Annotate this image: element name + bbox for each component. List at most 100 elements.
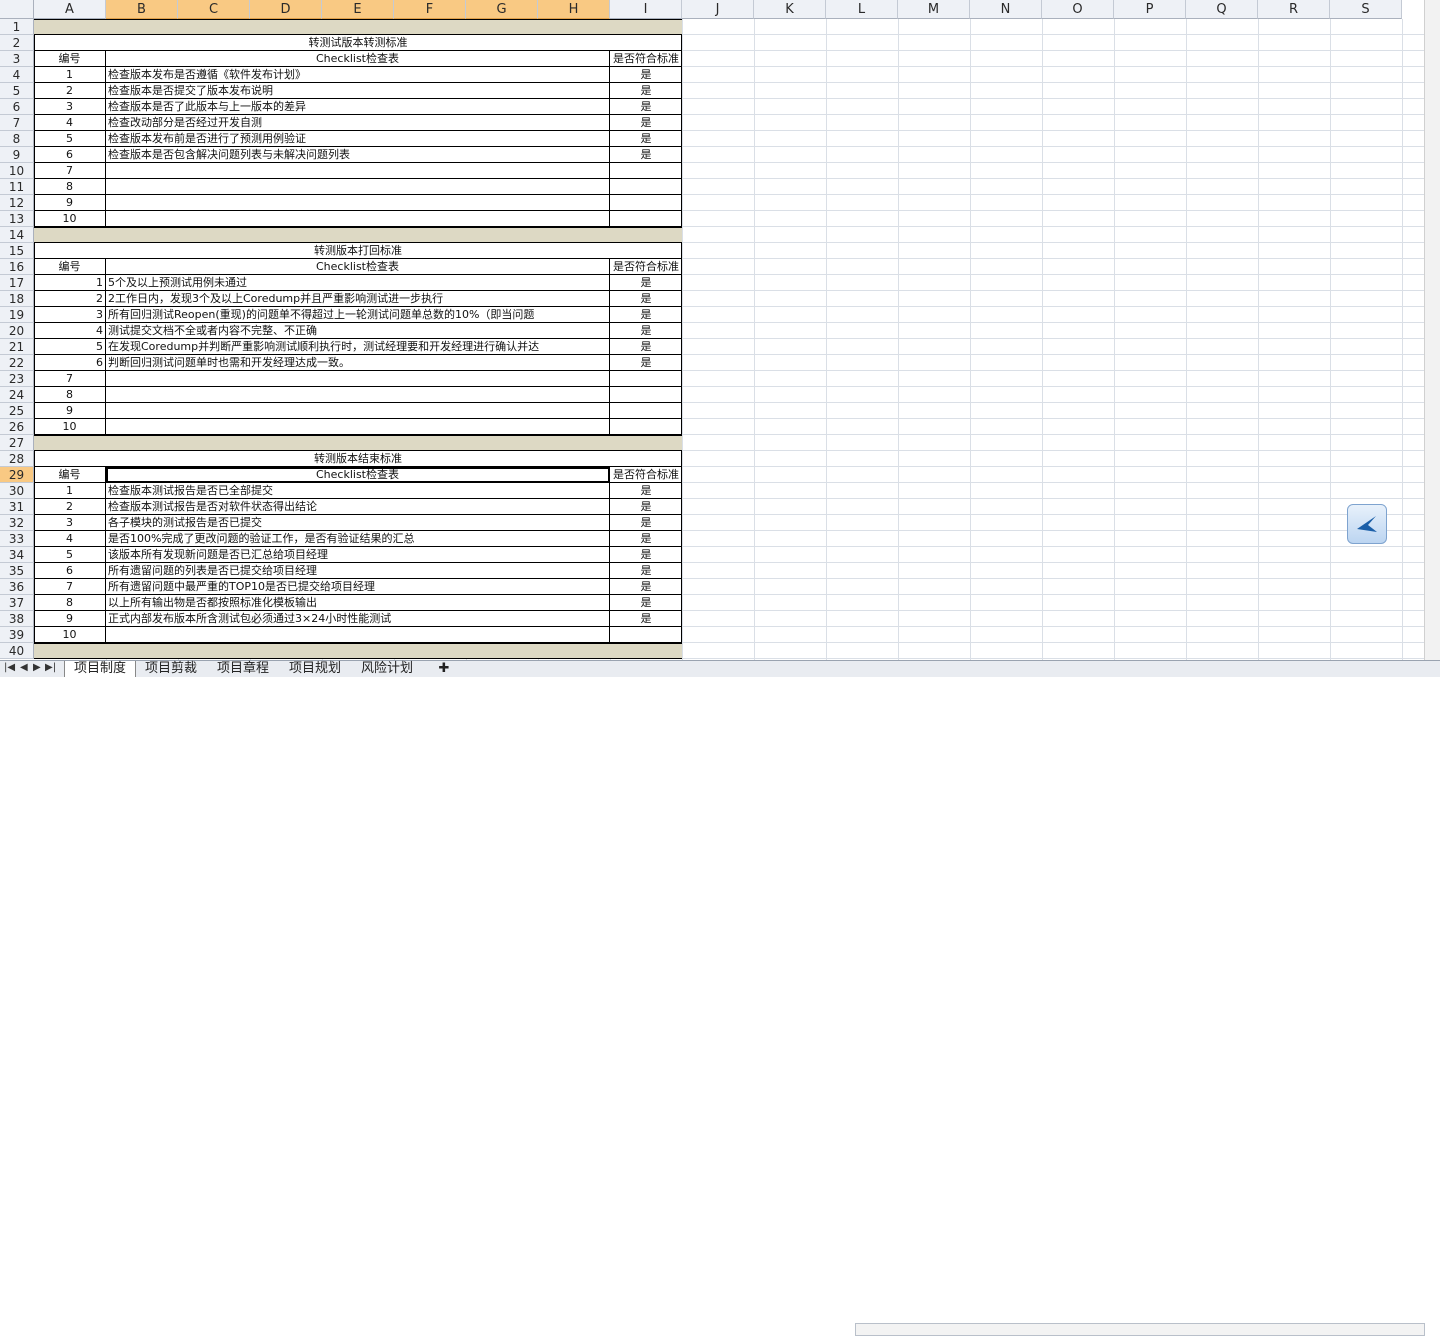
row-header-4[interactable]: 4	[0, 67, 34, 83]
checklist-item[interactable]	[106, 195, 610, 211]
sheet-tab[interactable]: 项目章程	[208, 661, 278, 677]
column-header-e[interactable]: E	[322, 0, 394, 19]
item-number[interactable]: 6	[34, 147, 106, 163]
item-number[interactable]: 4	[34, 323, 106, 339]
column-header-r[interactable]: R	[1258, 0, 1330, 19]
meets-standard-value[interactable]	[610, 419, 682, 435]
row-header-35[interactable]: 35	[0, 563, 34, 579]
column-header-q[interactable]: Q	[1186, 0, 1258, 19]
column-header-p[interactable]: P	[1114, 0, 1186, 19]
meets-standard-value[interactable]: 是	[610, 275, 682, 291]
item-number[interactable]: 7	[34, 163, 106, 179]
row-header-11[interactable]: 11	[0, 179, 34, 195]
row-header-36[interactable]: 36	[0, 579, 34, 595]
checklist-item[interactable]	[106, 419, 610, 435]
row-header-38[interactable]: 38	[0, 611, 34, 627]
meets-standard-value[interactable]: 是	[610, 67, 682, 83]
column-header-o[interactable]: O	[1042, 0, 1114, 19]
row-header-3[interactable]: 3	[0, 51, 34, 67]
checklist-item[interactable]: 测试提交文档不全或者内容不完整、不正确	[106, 323, 610, 339]
select-all-corner[interactable]	[0, 0, 34, 19]
checklist-item[interactable]: 正式内部发布版本所含测试包必须通过3×24小时性能测试	[106, 611, 610, 627]
row-header-9[interactable]: 9	[0, 147, 34, 163]
vertical-scrollbar[interactable]	[1424, 0, 1440, 660]
column-header-b[interactable]: B	[106, 0, 178, 19]
meets-standard-value[interactable]: 是	[610, 515, 682, 531]
meets-standard-value[interactable]: 是	[610, 563, 682, 579]
sheet-tab[interactable]: 项目制度	[64, 661, 136, 677]
new-sheet-icon[interactable]: ✚	[432, 661, 456, 677]
item-number[interactable]: 1	[34, 483, 106, 499]
meets-standard-value[interactable]: 是	[610, 547, 682, 563]
row-header-20[interactable]: 20	[0, 323, 34, 339]
column-header-k[interactable]: K	[754, 0, 826, 19]
column-header-l[interactable]: L	[826, 0, 898, 19]
item-number[interactable]: 10	[34, 419, 106, 435]
row-header-7[interactable]: 7	[0, 115, 34, 131]
row-header-5[interactable]: 5	[0, 83, 34, 99]
checklist-item[interactable]	[106, 179, 610, 195]
horizontal-scrollbar[interactable]	[855, 1323, 1425, 1336]
floating-assistant-icon[interactable]	[1347, 504, 1387, 544]
row-header-28[interactable]: 28	[0, 451, 34, 467]
prev-sheet-icon[interactable]: ◀	[20, 662, 28, 673]
row-header-22[interactable]: 22	[0, 355, 34, 371]
row-header-13[interactable]: 13	[0, 211, 34, 227]
checklist-item[interactable]: 是否100%完成了更改问题的验证工作，是否有验证结果的汇总	[106, 531, 610, 547]
checklist-item[interactable]	[106, 211, 610, 227]
checklist-item[interactable]: 检查版本发布前是否进行了预测用例验证	[106, 131, 610, 147]
item-number[interactable]: 1	[34, 275, 106, 291]
checklist-item[interactable]: 所有遗留问题中最严重的TOP10是否已提交给项目经理	[106, 579, 610, 595]
item-number[interactable]: 2	[34, 83, 106, 99]
item-number[interactable]: 2	[34, 499, 106, 515]
row-header-18[interactable]: 18	[0, 291, 34, 307]
checklist-item[interactable]	[106, 387, 610, 403]
row-header-29[interactable]: 29	[0, 467, 34, 483]
row-header-37[interactable]: 37	[0, 595, 34, 611]
meets-standard-value[interactable]: 是	[610, 531, 682, 547]
row-header-27[interactable]: 27	[0, 435, 34, 451]
meets-standard-value[interactable]	[610, 627, 682, 643]
item-number[interactable]: 9	[34, 403, 106, 419]
meets-standard-value[interactable]	[610, 163, 682, 179]
item-number[interactable]: 7	[34, 579, 106, 595]
row-header-23[interactable]: 23	[0, 371, 34, 387]
row-header-25[interactable]: 25	[0, 403, 34, 419]
item-number[interactable]: 10	[34, 627, 106, 643]
column-header-g[interactable]: G	[466, 0, 538, 19]
item-number[interactable]: 8	[34, 595, 106, 611]
checklist-item[interactable]: 以上所有输出物是否都按照标准化模板输出	[106, 595, 610, 611]
column-header-s[interactable]: S	[1330, 0, 1402, 19]
meets-standard-value[interactable]: 是	[610, 339, 682, 355]
meets-standard-value[interactable]: 是	[610, 307, 682, 323]
meets-standard-value[interactable]: 是	[610, 579, 682, 595]
meets-standard-value[interactable]: 是	[610, 499, 682, 515]
row-header-15[interactable]: 15	[0, 243, 34, 259]
meets-standard-value[interactable]: 是	[610, 483, 682, 499]
item-number[interactable]: 7	[34, 371, 106, 387]
column-header-d[interactable]: D	[250, 0, 322, 19]
row-header-1[interactable]: 1	[0, 19, 34, 35]
item-number[interactable]: 9	[34, 195, 106, 211]
item-number[interactable]: 3	[34, 515, 106, 531]
column-header-j[interactable]: J	[682, 0, 754, 19]
row-header-24[interactable]: 24	[0, 387, 34, 403]
item-number[interactable]: 2	[34, 291, 106, 307]
checklist-item[interactable]: 检查版本是否包含解决问题列表与未解决问题列表	[106, 147, 610, 163]
meets-standard-value[interactable]: 是	[610, 595, 682, 611]
checklist-item[interactable]: 检查版本测试报告是否对软件状态得出结论	[106, 499, 610, 515]
row-header-30[interactable]: 30	[0, 483, 34, 499]
row-header-26[interactable]: 26	[0, 419, 34, 435]
column-header-m[interactable]: M	[898, 0, 970, 19]
meets-standard-value[interactable]	[610, 195, 682, 211]
item-number[interactable]: 9	[34, 611, 106, 627]
column-header-n[interactable]: N	[970, 0, 1042, 19]
column-header-h[interactable]: H	[538, 0, 610, 19]
item-number[interactable]: 5	[34, 339, 106, 355]
meets-standard-value[interactable]: 是	[610, 83, 682, 99]
meets-standard-value[interactable]: 是	[610, 355, 682, 371]
meets-standard-value[interactable]: 是	[610, 323, 682, 339]
next-sheet-icon[interactable]: ▶	[33, 662, 41, 673]
checklist-item[interactable]: 检查版本是否了此版本与上一版本的差异	[106, 99, 610, 115]
row-header-10[interactable]: 10	[0, 163, 34, 179]
